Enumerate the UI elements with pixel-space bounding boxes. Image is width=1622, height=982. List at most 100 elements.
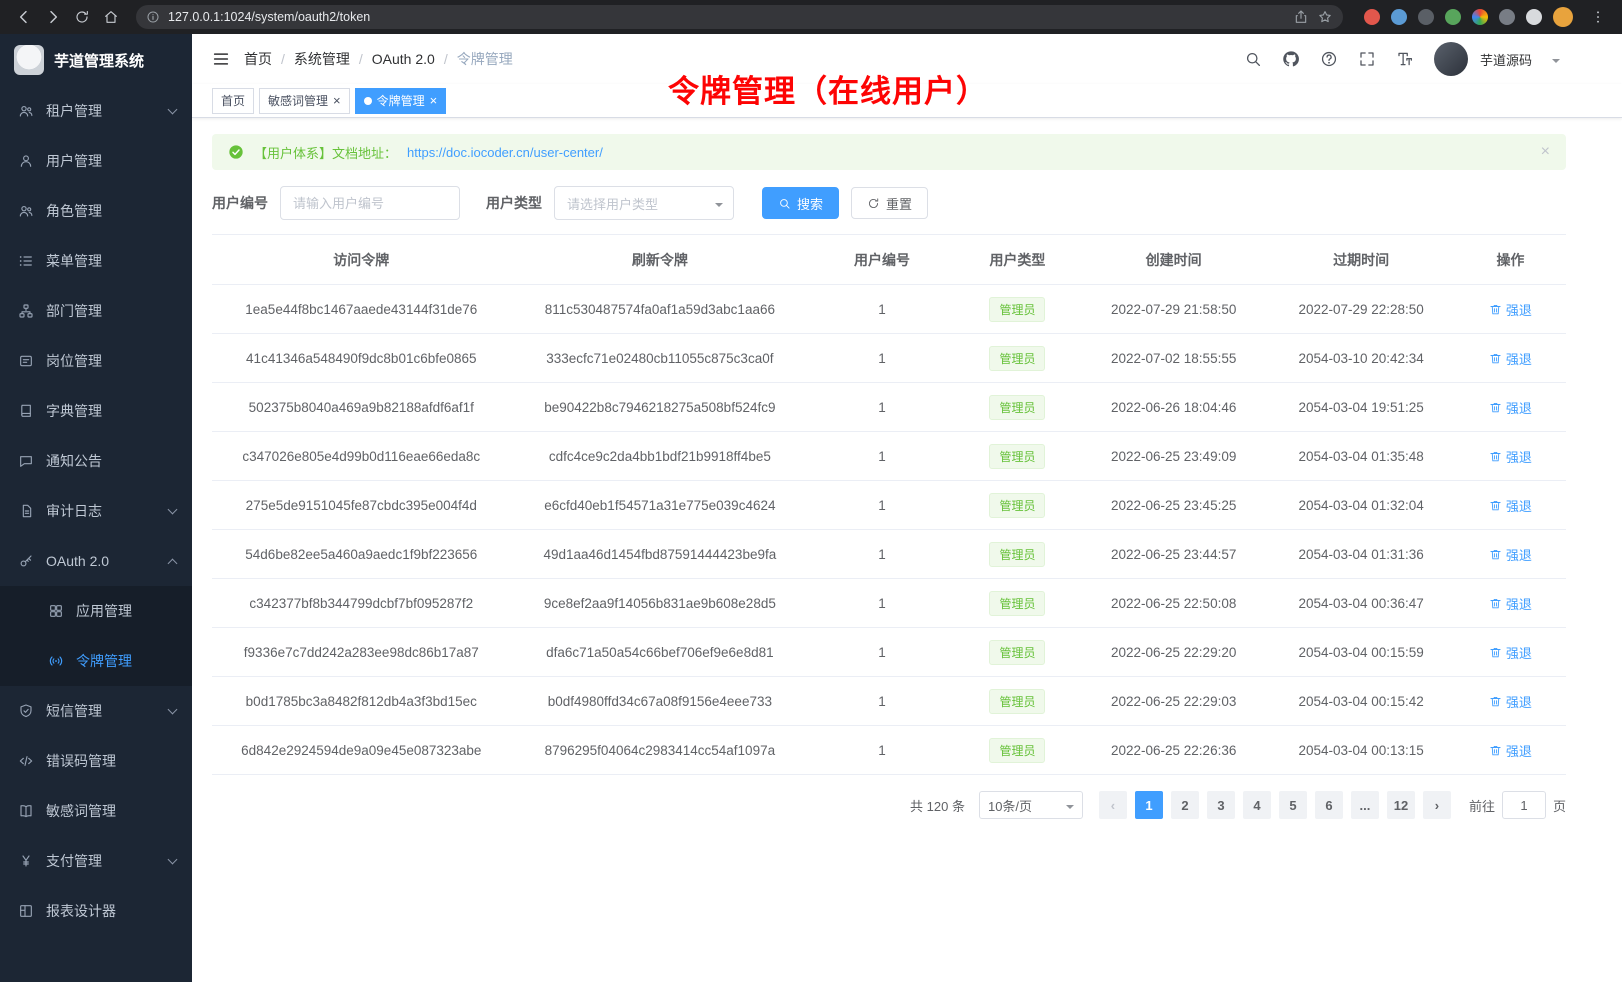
chevron-up-icon (168, 558, 178, 568)
search-button[interactable]: 搜索 (762, 187, 839, 219)
sidebar-item-tenant[interactable]: 租户管理 (0, 86, 192, 136)
prev-page-button[interactable]: ‹ (1099, 791, 1127, 819)
cell-user-id: 1 (809, 334, 955, 383)
sidebar-item-label: 通知公告 (46, 451, 102, 471)
cell-expire-time: 2054-03-04 00:13:15 (1267, 726, 1454, 775)
goto-page-input[interactable] (1502, 791, 1546, 819)
page-button-2[interactable]: 2 (1171, 791, 1199, 819)
page-content: 【用户体系】文档地址： https://doc.iocoder.cn/user-… (192, 118, 1622, 982)
force-logout-button[interactable]: 强退 (1489, 349, 1532, 368)
cell-refresh-token: b0df4980ffd34c67a08f9156e4eee733 (511, 677, 810, 726)
force-logout-button[interactable]: 强退 (1489, 545, 1532, 564)
browser-toolbar: 127.0.0.1:1024/system/oauth2/token (0, 0, 1622, 34)
table-row: 1ea5e44f8bc1467aaede43144f31de76811c5304… (212, 285, 1566, 334)
next-page-button[interactable]: › (1423, 791, 1451, 819)
sidebar-item-sensitive-word[interactable]: 敏感词管理 (0, 786, 192, 836)
breadcrumb-item[interactable]: 系统管理 (294, 49, 350, 69)
cell-created-time: 2022-06-25 23:49:09 (1080, 432, 1267, 481)
sensitive-icon (18, 803, 34, 819)
user-type-select[interactable]: 请选择用户类型 (554, 186, 734, 220)
sidebar-item-report[interactable]: 报表设计器 (0, 886, 192, 936)
doc-link[interactable]: https://doc.iocoder.cn/user-center/ (407, 145, 603, 160)
ext-dark-icon[interactable] (1418, 9, 1434, 25)
force-logout-button[interactable]: 强退 (1489, 496, 1532, 515)
sidebar-item-dict[interactable]: 字典管理 (0, 386, 192, 436)
errcode-icon (18, 753, 34, 769)
page-button-6[interactable]: 6 (1315, 791, 1343, 819)
alert-close-icon[interactable]: × (1541, 143, 1550, 161)
browser-back-icon[interactable] (12, 5, 36, 29)
force-logout-button[interactable]: 强退 (1489, 643, 1532, 662)
sidebar-item-label: 敏感词管理 (46, 801, 116, 821)
cell-user-type: 管理员 (955, 726, 1080, 775)
page-button-3[interactable]: 3 (1207, 791, 1235, 819)
breadcrumb-item[interactable]: OAuth 2.0 (372, 51, 435, 67)
page-button-1[interactable]: 1 (1135, 791, 1163, 819)
breadcrumb-item[interactable]: 首页 (244, 49, 272, 69)
browser-home-icon[interactable] (99, 5, 123, 29)
ext-light-icon[interactable] (1526, 9, 1542, 25)
share-icon[interactable] (1293, 9, 1309, 25)
font-size-icon[interactable] (1396, 50, 1414, 68)
sidebar-item-post[interactable]: 岗位管理 (0, 336, 192, 386)
sidebar-item-audit[interactable]: 审计日志 (0, 486, 192, 536)
tab-token[interactable]: 令牌管理× (355, 88, 447, 114)
cell-expire-time: 2054-03-04 19:51:25 (1267, 383, 1454, 432)
sidebar-item-menu[interactable]: 菜单管理 (0, 236, 192, 286)
tab-close-icon[interactable]: × (430, 94, 438, 107)
page-size-select[interactable]: 10条/页 (979, 791, 1083, 819)
sidebar-item-sms[interactable]: 短信管理 (0, 686, 192, 736)
breadcrumb-item: 令牌管理 (457, 49, 513, 69)
force-logout-button[interactable]: 强退 (1489, 300, 1532, 319)
browser-reload-icon[interactable] (70, 5, 94, 29)
user-avatar[interactable] (1434, 42, 1468, 76)
bookmark-star-icon[interactable] (1317, 9, 1333, 25)
sidebar-collapse-icon[interactable] (212, 50, 230, 68)
sidebar-item-oauth2-app[interactable]: 应用管理 (0, 586, 192, 636)
total-count: 共 120 条 (910, 796, 965, 815)
more-pages-button[interactable]: ... (1351, 791, 1379, 819)
cell-actions: 强退 (1455, 628, 1566, 677)
user-type-badge: 管理员 (989, 640, 1045, 665)
address-bar[interactable]: 127.0.0.1:1024/system/oauth2/token (136, 5, 1343, 29)
sidebar-item-notice[interactable]: 通知公告 (0, 436, 192, 486)
site-info-icon[interactable] (146, 10, 160, 24)
sidebar-item-oauth2[interactable]: OAuth 2.0 (0, 536, 192, 586)
sidebar-item-user[interactable]: 用户管理 (0, 136, 192, 186)
profile-avatar-icon[interactable] (1553, 7, 1573, 27)
ext-blue-icon[interactable] (1391, 9, 1407, 25)
user-name[interactable]: 芋道源码 (1480, 50, 1532, 69)
sidebar-item-role[interactable]: 角色管理 (0, 186, 192, 236)
sidebar-item-error-code[interactable]: 错误码管理 (0, 736, 192, 786)
column-header: 用户类型 (955, 235, 1080, 285)
sidebar-item-label: 应用管理 (76, 601, 132, 621)
sidebar-item-pay[interactable]: 支付管理 (0, 836, 192, 886)
github-icon[interactable] (1282, 50, 1300, 68)
ext-green-icon[interactable] (1445, 9, 1461, 25)
fullscreen-icon[interactable] (1358, 50, 1376, 68)
page-button-5[interactable]: 5 (1279, 791, 1307, 819)
force-logout-button[interactable]: 强退 (1489, 692, 1532, 711)
force-logout-button[interactable]: 强退 (1489, 447, 1532, 466)
ext-red-icon[interactable] (1364, 9, 1380, 25)
reset-button[interactable]: 重置 (851, 187, 928, 219)
force-logout-button[interactable]: 强退 (1489, 398, 1532, 417)
ext-rainbow-icon[interactable] (1472, 9, 1488, 25)
page-button-12[interactable]: 12 (1387, 791, 1415, 819)
force-logout-button[interactable]: 强退 (1489, 741, 1532, 760)
sidebar-item-dept[interactable]: 部门管理 (0, 286, 192, 336)
extensions-area (1364, 7, 1573, 27)
user-id-input[interactable] (280, 186, 460, 220)
tab-home[interactable]: 首页 (212, 88, 254, 114)
page-button-4[interactable]: 4 (1243, 791, 1271, 819)
browser-menu-icon[interactable] (1586, 5, 1610, 29)
chevron-down-icon (1552, 59, 1560, 67)
search-icon[interactable] (1244, 50, 1262, 68)
tab-close-icon[interactable]: × (333, 94, 341, 107)
force-logout-button[interactable]: 强退 (1489, 594, 1532, 613)
help-icon[interactable] (1320, 50, 1338, 68)
browser-forward-icon[interactable] (41, 5, 65, 29)
sidebar-item-oauth2-token[interactable]: 令牌管理 (0, 636, 192, 686)
ext-grey-icon[interactable] (1499, 9, 1515, 25)
tab-sensitive-word[interactable]: 敏感词管理× (259, 88, 350, 114)
